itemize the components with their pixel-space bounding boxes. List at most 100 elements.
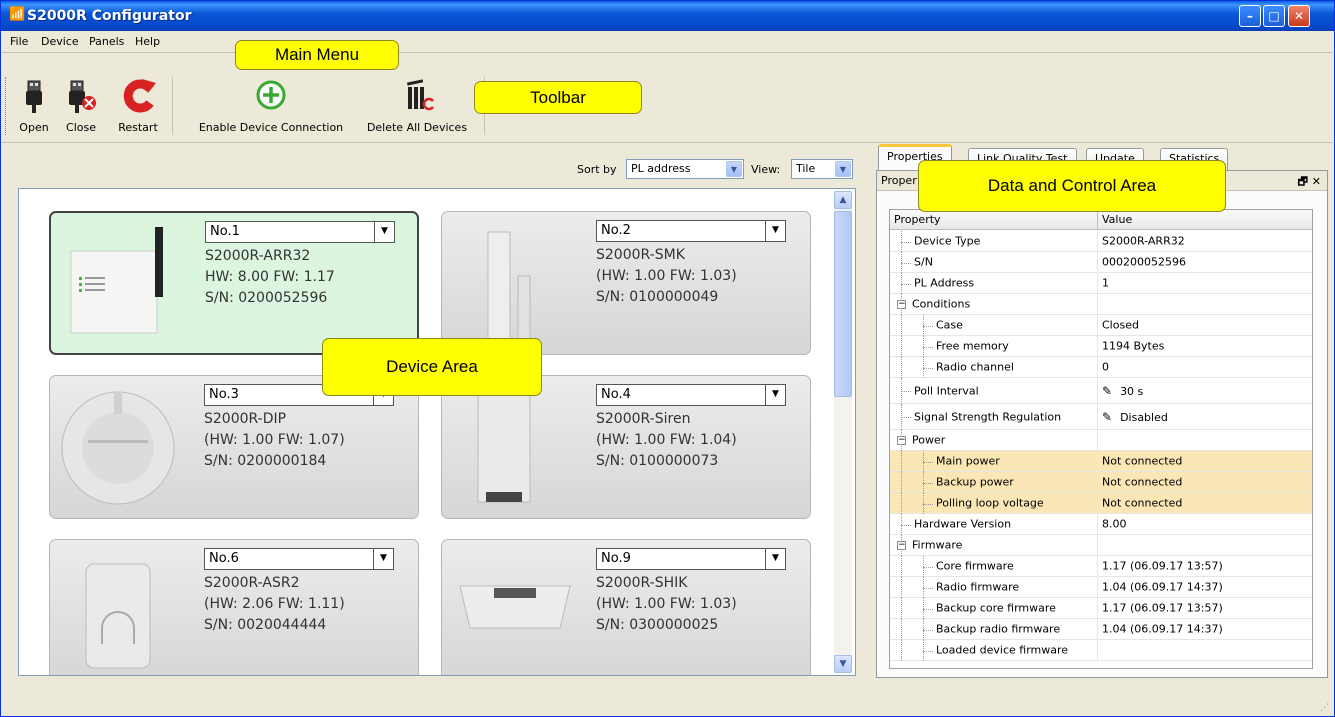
device-tile[interactable]: No.9 ▼ S2000R-SHIK (HW: 1.00 FW: 1.03) S… (441, 539, 811, 675)
value-cell[interactable]: 0 (1098, 357, 1312, 377)
device-hw-fw: (HW: 1.00 FW: 1.03) (596, 268, 737, 284)
property-row[interactable]: Loaded device firmware (890, 640, 1312, 661)
device-number-select[interactable]: No.1 ▼ (205, 221, 395, 243)
device-number-select[interactable]: No.9 ▼ (596, 548, 786, 570)
property-row[interactable]: Device Type S2000R-ARR32 (890, 231, 1312, 252)
value-cell[interactable]: 1.04 (06.09.17 14:37) (1098, 619, 1312, 639)
property-row[interactable]: Radio firmware 1.04 (06.09.17 14:37) (890, 577, 1312, 598)
view-select[interactable]: Tile ▼ (791, 159, 853, 179)
property-row[interactable]: − Firmware (890, 535, 1312, 556)
value-cell[interactable] (1098, 535, 1312, 555)
value-cell[interactable]: 1 (1098, 273, 1312, 293)
value-cell[interactable]: Closed (1098, 315, 1312, 335)
device-tile[interactable]: No.6 ▼ S2000R-ASR2 (HW: 2.06 FW: 1.11) S… (49, 539, 419, 675)
scroll-up-button[interactable]: ▲ (834, 191, 852, 209)
device-number-select[interactable]: No.4 ▼ (596, 384, 786, 406)
value-cell[interactable]: 8.00 (1098, 514, 1312, 534)
value-cell[interactable]: 1.04 (06.09.17 14:37) (1098, 577, 1312, 597)
value-cell[interactable]: 000200052596 (1098, 252, 1312, 272)
resize-grip-icon[interactable]: ⋰ (1320, 703, 1329, 713)
device-tile[interactable]: No.3 ▼ S2000R-DIP (HW: 1.00 FW: 1.07) S/… (49, 375, 419, 519)
device-number-select[interactable]: No.6 ▼ (204, 548, 394, 570)
collapse-icon[interactable]: − (897, 435, 906, 445)
device-area-scrollbar[interactable]: ▲ ▼ (834, 191, 852, 673)
device-tile[interactable]: No.2 ▼ S2000R-SMK (HW: 1.00 FW: 1.03) S/… (441, 211, 811, 355)
property-row[interactable]: Signal Strength Regulation ✎ Disabled (890, 404, 1312, 430)
tree-connector (901, 524, 911, 526)
property-row[interactable]: Backup power Not connected (890, 472, 1312, 493)
value-cell[interactable]: S2000R-ARR32 (1098, 231, 1312, 251)
column-header-property[interactable]: Property (894, 213, 941, 226)
delete-all-devices-label: Delete All Devices (366, 121, 468, 134)
toolbar-grip[interactable] (5, 77, 8, 135)
property-row[interactable]: PL Address 1 (890, 273, 1312, 294)
property-row[interactable]: Polling loop voltage Not connected (890, 493, 1312, 514)
property-label: Case (936, 318, 963, 332)
device-hw-fw: (HW: 1.00 FW: 1.07) (204, 432, 345, 448)
property-value: S2000R-ARR32 (1102, 234, 1185, 248)
scrollbar-thumb[interactable] (834, 211, 852, 397)
value-cell[interactable]: ✎ 30 s (1098, 378, 1312, 403)
status-bar: ⋰ (2, 691, 1333, 716)
tree-connector (901, 556, 902, 577)
tree-connector (901, 417, 911, 418)
enable-device-connection-button[interactable]: Enable Device Connection (188, 75, 354, 139)
column-header-value[interactable]: Value (1102, 213, 1132, 226)
device-tile[interactable]: No.1 ▼ S2000R-ARR32 HW: 8.00 FW: 1.17 S/… (49, 211, 419, 355)
property-row[interactable]: Main power Not connected (890, 451, 1312, 472)
menu-help[interactable]: Help (135, 35, 160, 48)
delete-all-devices-button[interactable]: Delete All Devices (360, 75, 474, 139)
menu-panels[interactable]: Panels (89, 35, 124, 48)
menu-device[interactable]: Device (41, 35, 79, 48)
pencil-icon[interactable]: ✎ (1102, 410, 1112, 424)
menu-file[interactable]: File (10, 35, 28, 48)
property-label: Device Type (914, 234, 981, 248)
value-cell[interactable] (1098, 294, 1312, 314)
restart-button[interactable]: Restart (110, 75, 166, 139)
value-text-wrap: 1.04 (06.09.17 14:37) (1102, 581, 1223, 594)
column-divider[interactable] (1097, 210, 1098, 230)
device-number-select[interactable]: No.2 ▼ (596, 220, 786, 242)
sort-by-select[interactable]: PL address ▼ (626, 159, 744, 179)
float-icon[interactable]: 🗗 (1298, 175, 1308, 188)
tree-connector (901, 598, 902, 619)
minimize-button[interactable]: – (1239, 5, 1261, 27)
property-row[interactable]: S/N 000200052596 (890, 252, 1312, 273)
value-cell[interactable]: 1194 Bytes (1098, 336, 1312, 356)
title-bar[interactable]: 📶 S2000R Configurator – □ ✕ (1, 1, 1334, 31)
property-row[interactable]: Core firmware 1.17 (06.09.17 13:57) (890, 556, 1312, 577)
device-tile[interactable]: No.4 ▼ S2000R-Siren (HW: 1.00 FW: 1.04) … (441, 375, 811, 519)
property-row[interactable]: Backup core firmware 1.17 (06.09.17 13:57… (890, 598, 1312, 619)
chevron-down-icon: ▼ (765, 385, 785, 405)
value-cell[interactable] (1098, 430, 1312, 450)
property-row[interactable]: Backup radio firmware 1.04 (06.09.17 14:3… (890, 619, 1312, 640)
property-row[interactable]: − Power (890, 430, 1312, 451)
property-row[interactable]: Hardware Version 8.00 (890, 514, 1312, 535)
tree-connector (923, 650, 933, 652)
value-cell[interactable]: Not connected (1098, 451, 1312, 471)
property-row[interactable]: Free memory 1194 Bytes (890, 336, 1312, 357)
open-button[interactable]: Open (14, 75, 54, 139)
collapse-icon[interactable]: − (897, 540, 906, 550)
collapse-icon[interactable]: − (897, 299, 906, 309)
value-cell[interactable]: 1.17 (06.09.17 13:57) (1098, 598, 1312, 618)
scroll-down-button[interactable]: ▼ (834, 655, 852, 673)
close-window-button[interactable]: ✕ (1288, 5, 1310, 27)
value-cell[interactable] (1098, 640, 1312, 660)
sort-by-value: PL address (631, 162, 691, 175)
property-row[interactable]: Radio channel 0 (890, 357, 1312, 378)
property-label: Power (912, 433, 946, 447)
value-cell[interactable]: Not connected (1098, 493, 1312, 513)
property-row[interactable]: Case Closed (890, 315, 1312, 336)
property-row[interactable]: − Conditions (890, 294, 1312, 315)
value-cell[interactable]: ✎ Disabled (1098, 404, 1312, 429)
tree-connector (901, 640, 902, 661)
value-cell[interactable]: 1.17 (06.09.17 13:57) (1098, 556, 1312, 576)
property-row[interactable]: Poll Interval ✎ 30 s (890, 378, 1312, 404)
maximize-button[interactable]: □ (1263, 5, 1285, 27)
close-icon[interactable]: ✕ (1312, 175, 1321, 188)
value-cell[interactable]: Not connected (1098, 472, 1312, 492)
pencil-icon[interactable]: ✎ (1102, 384, 1112, 398)
close-button[interactable]: Close (58, 75, 104, 139)
panel-title: Proper (881, 174, 917, 187)
